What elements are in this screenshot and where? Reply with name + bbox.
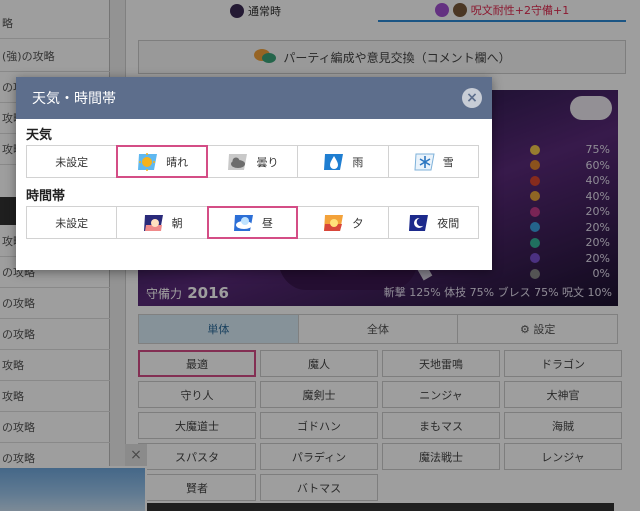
time-option-label: 夕 bbox=[352, 216, 364, 230]
weather-option-button[interactable]: 未設定 bbox=[26, 145, 118, 178]
modal-header: 天気・時間帯 × bbox=[16, 77, 492, 119]
weather-option-label: 未設定 bbox=[55, 155, 89, 169]
weather-option-button[interactable]: 雨 bbox=[297, 145, 389, 178]
weather-option-label: 雪 bbox=[442, 155, 454, 169]
time-option-button[interactable]: 夜間 bbox=[387, 206, 479, 239]
night-icon bbox=[407, 213, 431, 233]
weather-time-modal: 天気・時間帯 × 天気 未設定 晴れ 曇り雨雪 時間帯 未設定朝昼夕夜間 bbox=[16, 77, 492, 270]
morning-icon bbox=[142, 213, 166, 233]
time-option-label: 昼 bbox=[261, 216, 273, 230]
time-options: 未設定 朝 昼 夕 夜間 bbox=[26, 206, 483, 239]
time-section-title: 時間帯 bbox=[26, 189, 66, 204]
evening-icon bbox=[322, 213, 346, 233]
time-option-label: 朝 bbox=[171, 216, 183, 230]
weather-option-label: 雨 bbox=[352, 155, 364, 169]
weather-option-label: 曇り bbox=[256, 155, 279, 169]
sun-icon bbox=[136, 152, 160, 172]
time-option-button[interactable]: 夕 bbox=[297, 206, 389, 239]
time-option-button[interactable]: 朝 bbox=[116, 206, 208, 239]
snow-icon bbox=[413, 152, 437, 172]
weather-option-button[interactable]: 曇り bbox=[206, 145, 299, 178]
weather-option-button[interactable]: 雪 bbox=[387, 145, 479, 178]
rain-icon bbox=[322, 152, 346, 172]
noon-icon bbox=[232, 213, 256, 233]
time-option-button[interactable]: 未設定 bbox=[26, 206, 118, 239]
weather-option-button[interactable]: 晴れ bbox=[116, 145, 208, 178]
weather-option-label: 晴れ bbox=[166, 155, 189, 169]
close-icon[interactable]: × bbox=[462, 88, 482, 108]
time-option-button[interactable]: 昼 bbox=[206, 206, 299, 239]
cloud-icon bbox=[226, 152, 250, 172]
weather-options: 未設定 晴れ 曇り 雨 雪 bbox=[26, 145, 483, 178]
weather-section-title: 天気 bbox=[26, 128, 53, 143]
time-option-label: 未設定 bbox=[55, 216, 89, 230]
time-option-label: 夜間 bbox=[437, 216, 460, 230]
modal-title: 天気・時間帯 bbox=[32, 91, 116, 107]
